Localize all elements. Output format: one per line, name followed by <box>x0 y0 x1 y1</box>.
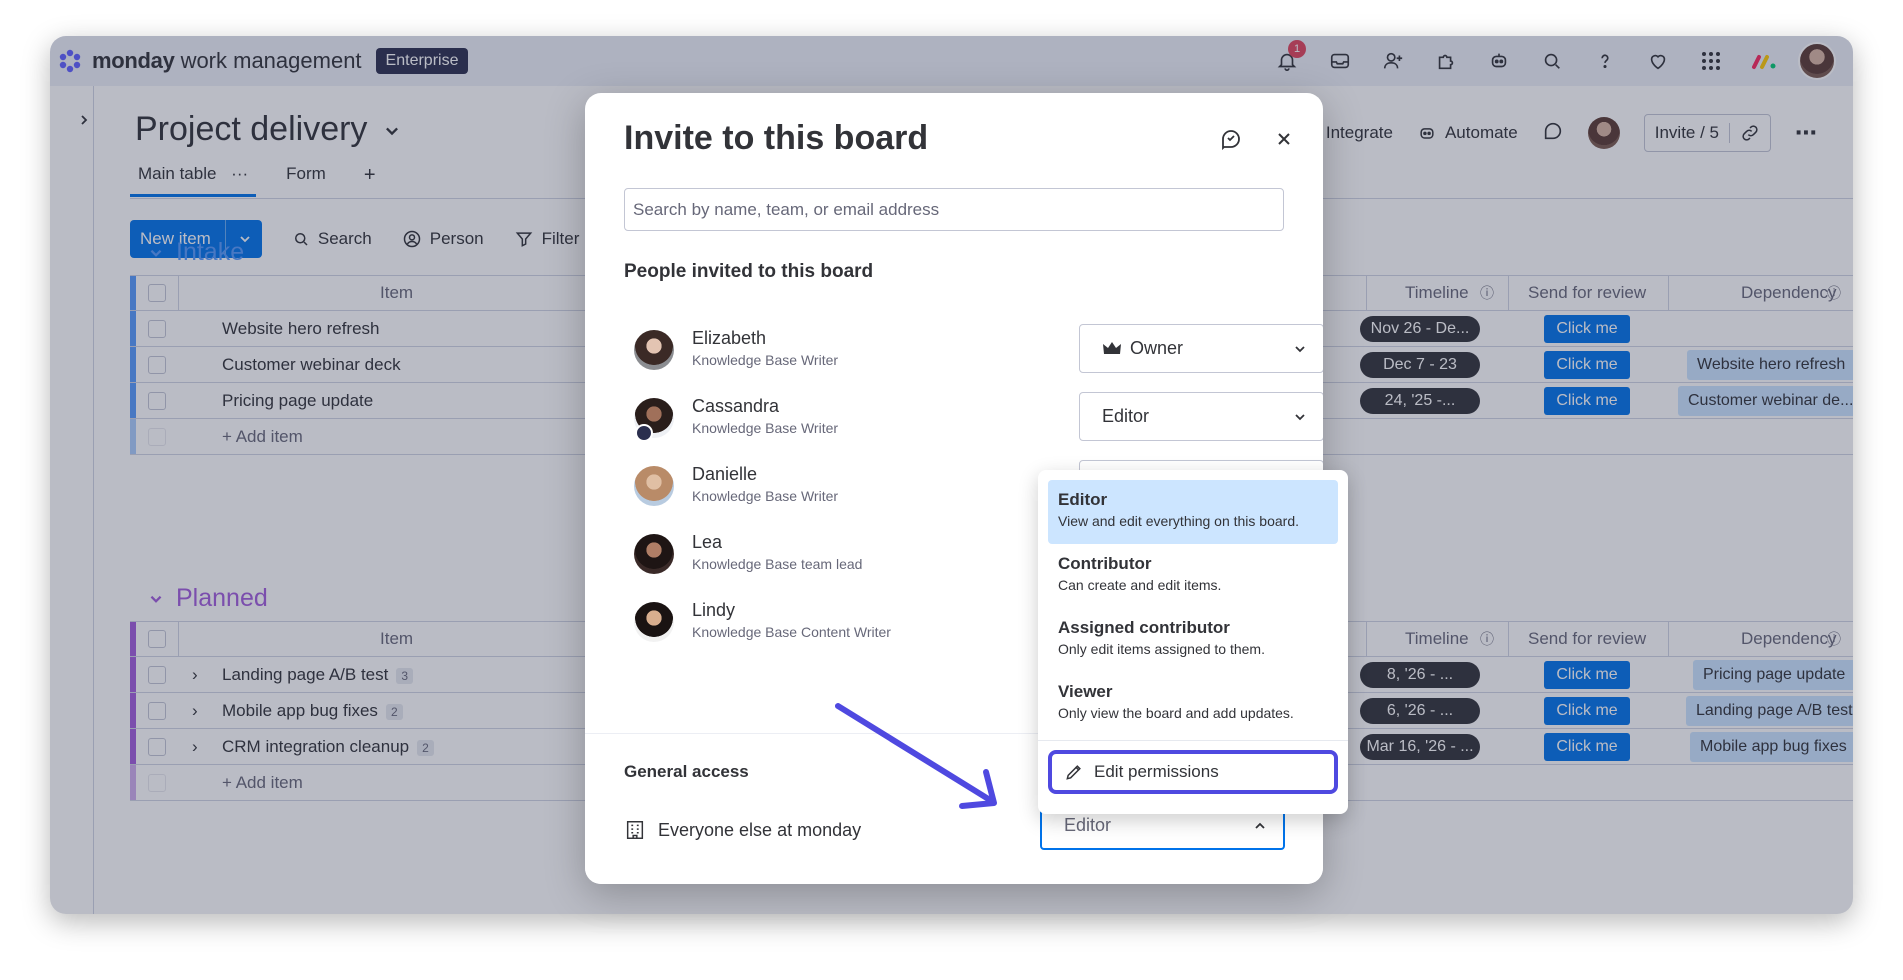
chevron-up-icon <box>1255 822 1265 829</box>
permission-value: Editor <box>1102 406 1150 426</box>
permission-value: Owner <box>1130 338 1184 358</box>
crown-icon <box>1103 341 1121 354</box>
dropdown-option-editor[interactable]: Editor View and edit everything on this … <box>1048 480 1338 544</box>
modal-header-actions <box>1219 127 1293 156</box>
person-name: Lea <box>692 532 723 552</box>
option-title: Viewer <box>1058 682 1113 701</box>
person-name: Danielle <box>692 464 758 484</box>
general-access-value: Editor <box>1064 815 1112 835</box>
permission-select[interactable]: Editor <box>1079 392 1323 441</box>
person-name: Cassandra <box>692 396 780 416</box>
modal-title: Invite to this board <box>624 119 929 157</box>
building-icon <box>626 821 644 839</box>
option-description: Can create and edit items. <box>1058 577 1222 593</box>
permission-select[interactable]: Owner <box>1079 324 1323 373</box>
person-role: Knowledge Base team lead <box>692 556 863 572</box>
people-invited-label: People invited to this board <box>624 261 874 282</box>
avatar <box>634 534 674 574</box>
option-description: Only edit items assigned to them. <box>1058 641 1265 657</box>
general-access-scope: Everyone else at monday <box>658 819 862 840</box>
option-description: View and edit everything on this board. <box>1058 513 1300 529</box>
edit-permissions-button[interactable]: Edit permissions <box>1048 750 1338 794</box>
guest-badge-icon <box>635 424 653 442</box>
feedback-icon <box>1222 130 1240 151</box>
edit-permissions-label: Edit permissions <box>1094 762 1219 781</box>
avatar <box>634 466 674 506</box>
avatar <box>634 602 674 642</box>
feedback-button[interactable] <box>1219 127 1243 156</box>
option-description: Only view the board and add updates. <box>1058 705 1294 721</box>
permission-dropdown: Editor View and edit everything on this … <box>1038 470 1348 814</box>
person-role: Knowledge Base Writer <box>692 352 839 368</box>
chevron-down-icon <box>1295 413 1305 420</box>
person-role: Knowledge Base Writer <box>692 420 839 436</box>
person-row: Cassandra Knowledge Base Writer Editor <box>634 392 1323 448</box>
option-title: Contributor <box>1058 554 1152 573</box>
person-role: Knowledge Base Content Writer <box>692 624 891 640</box>
person-role: Knowledge Base Writer <box>692 488 839 504</box>
avatar <box>634 330 674 370</box>
close-icon <box>1278 133 1290 145</box>
person-name: Lindy <box>692 600 736 620</box>
pencil-icon <box>1066 765 1081 780</box>
dropdown-option-viewer[interactable]: Viewer Only view the board and add updat… <box>1048 672 1338 736</box>
dropdown-divider <box>1038 740 1348 741</box>
invite-search-input[interactable] <box>624 188 1284 231</box>
close-button[interactable] <box>1275 130 1293 153</box>
general-access-row: Everyone else at monday <box>624 819 861 841</box>
dropdown-option-contributor[interactable]: Contributor Can create and edit items. <box>1048 544 1338 608</box>
option-title: Assigned contributor <box>1058 618 1230 637</box>
option-title: Editor <box>1058 490 1108 509</box>
dropdown-option-assigned-contributor[interactable]: Assigned contributor Only edit items ass… <box>1048 608 1338 672</box>
chevron-down-icon <box>1295 345 1305 352</box>
person-name: Elizabeth <box>692 328 767 348</box>
person-row: Elizabeth Knowledge Base Writer Owner <box>634 324 1323 380</box>
general-access-label: General access <box>624 762 749 781</box>
